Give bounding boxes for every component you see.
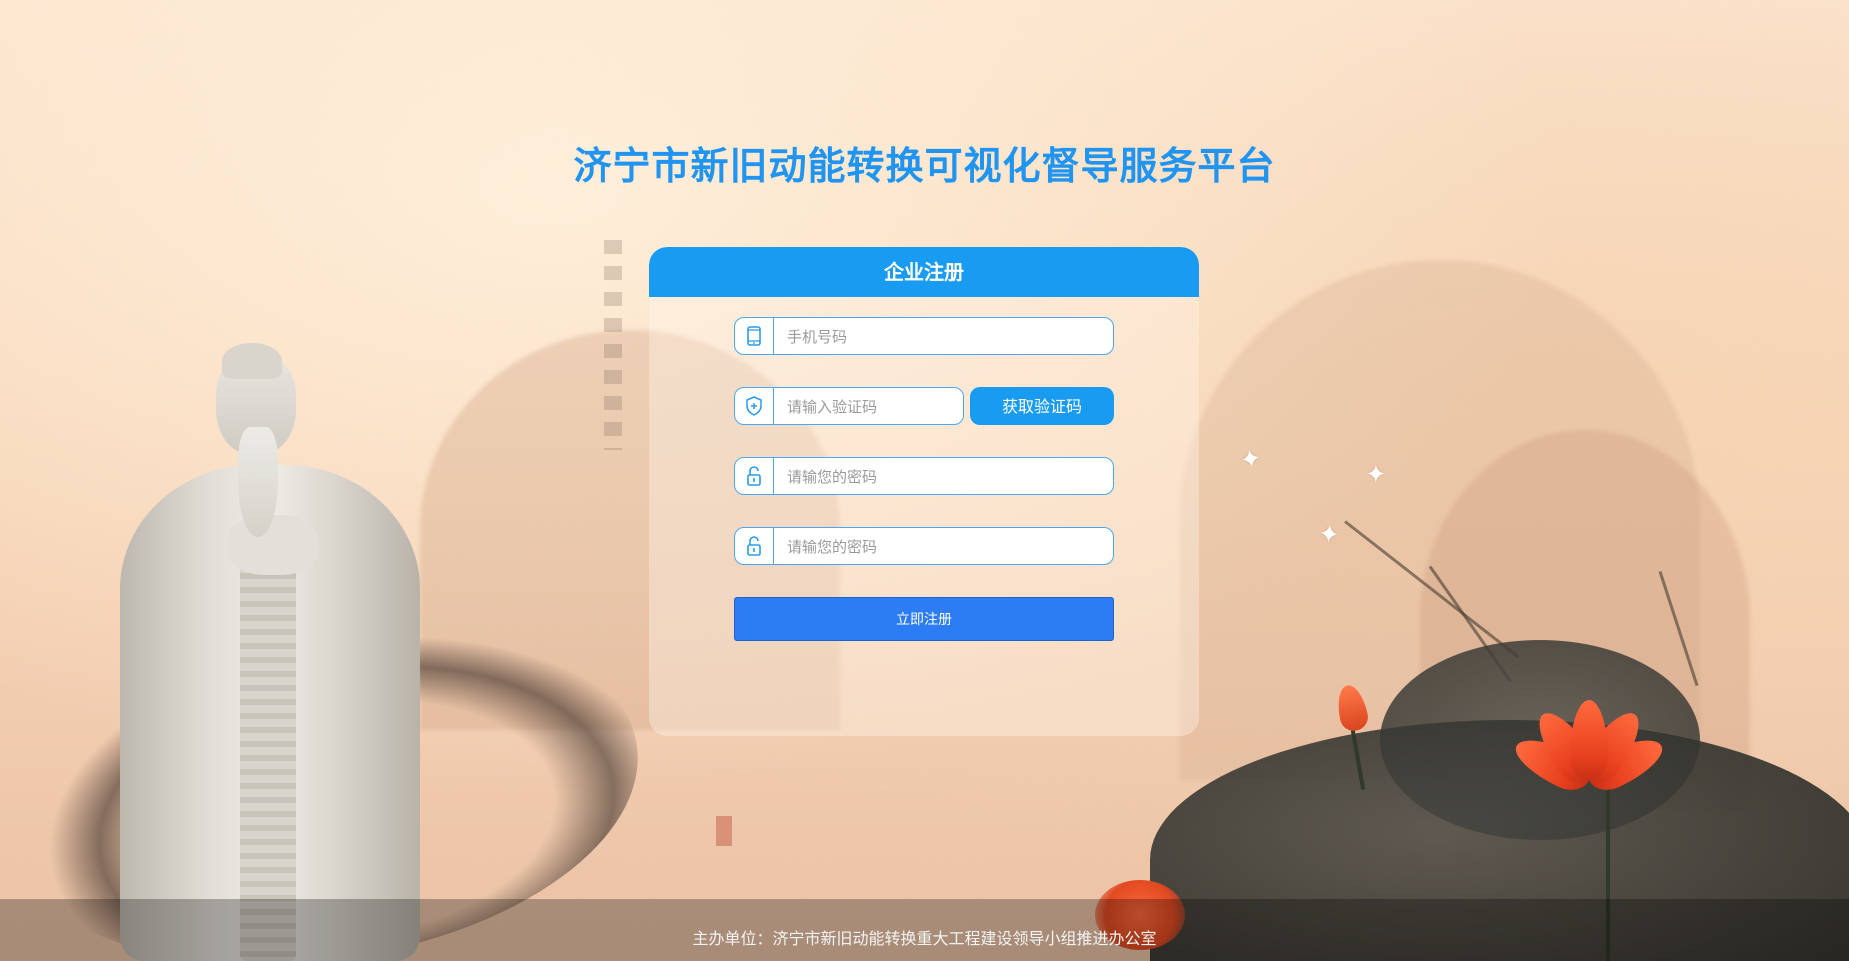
phone-input[interactable] bbox=[785, 318, 1109, 356]
crane-bird-icon: ✦ bbox=[1365, 460, 1387, 490]
footer: 主办单位：济宁市新旧动能转换重大工程建设领导小组推进办公室 bbox=[0, 899, 1849, 961]
panel-header: 企业注册 bbox=[649, 247, 1199, 297]
phone-field[interactable] bbox=[734, 317, 1114, 356]
password-input[interactable] bbox=[785, 458, 1109, 496]
mobile-phone-icon bbox=[735, 318, 774, 354]
crane-bird-icon: ✦ bbox=[1316, 518, 1342, 552]
lock-icon bbox=[735, 528, 774, 564]
red-seal-stamp bbox=[716, 816, 732, 846]
confucius-statue bbox=[120, 343, 420, 961]
crane-bird-icon: ✦ bbox=[1237, 443, 1265, 477]
verification-code-input[interactable] bbox=[785, 388, 959, 426]
confirm-password-field[interactable] bbox=[734, 527, 1114, 566]
get-verification-code-button[interactable]: 获取验证码 bbox=[970, 387, 1114, 425]
register-panel: 企业注册 获取验证码 bbox=[649, 247, 1199, 736]
page-title: 济宁市新旧动能转换可视化督导服务平台 bbox=[573, 144, 1276, 188]
background-calligraphy bbox=[604, 240, 622, 450]
shield-plus-icon bbox=[735, 388, 774, 424]
lock-icon bbox=[735, 458, 774, 494]
password-field[interactable] bbox=[734, 457, 1114, 496]
lotus-flower bbox=[1508, 690, 1670, 798]
register-submit-button[interactable]: 立即注册 bbox=[734, 597, 1114, 641]
verification-code-field[interactable] bbox=[734, 387, 964, 426]
confirm-password-input[interactable] bbox=[785, 528, 1109, 566]
footer-text: 主办单位：济宁市新旧动能转换重大工程建设领导小组推进办公室 bbox=[692, 929, 1157, 948]
